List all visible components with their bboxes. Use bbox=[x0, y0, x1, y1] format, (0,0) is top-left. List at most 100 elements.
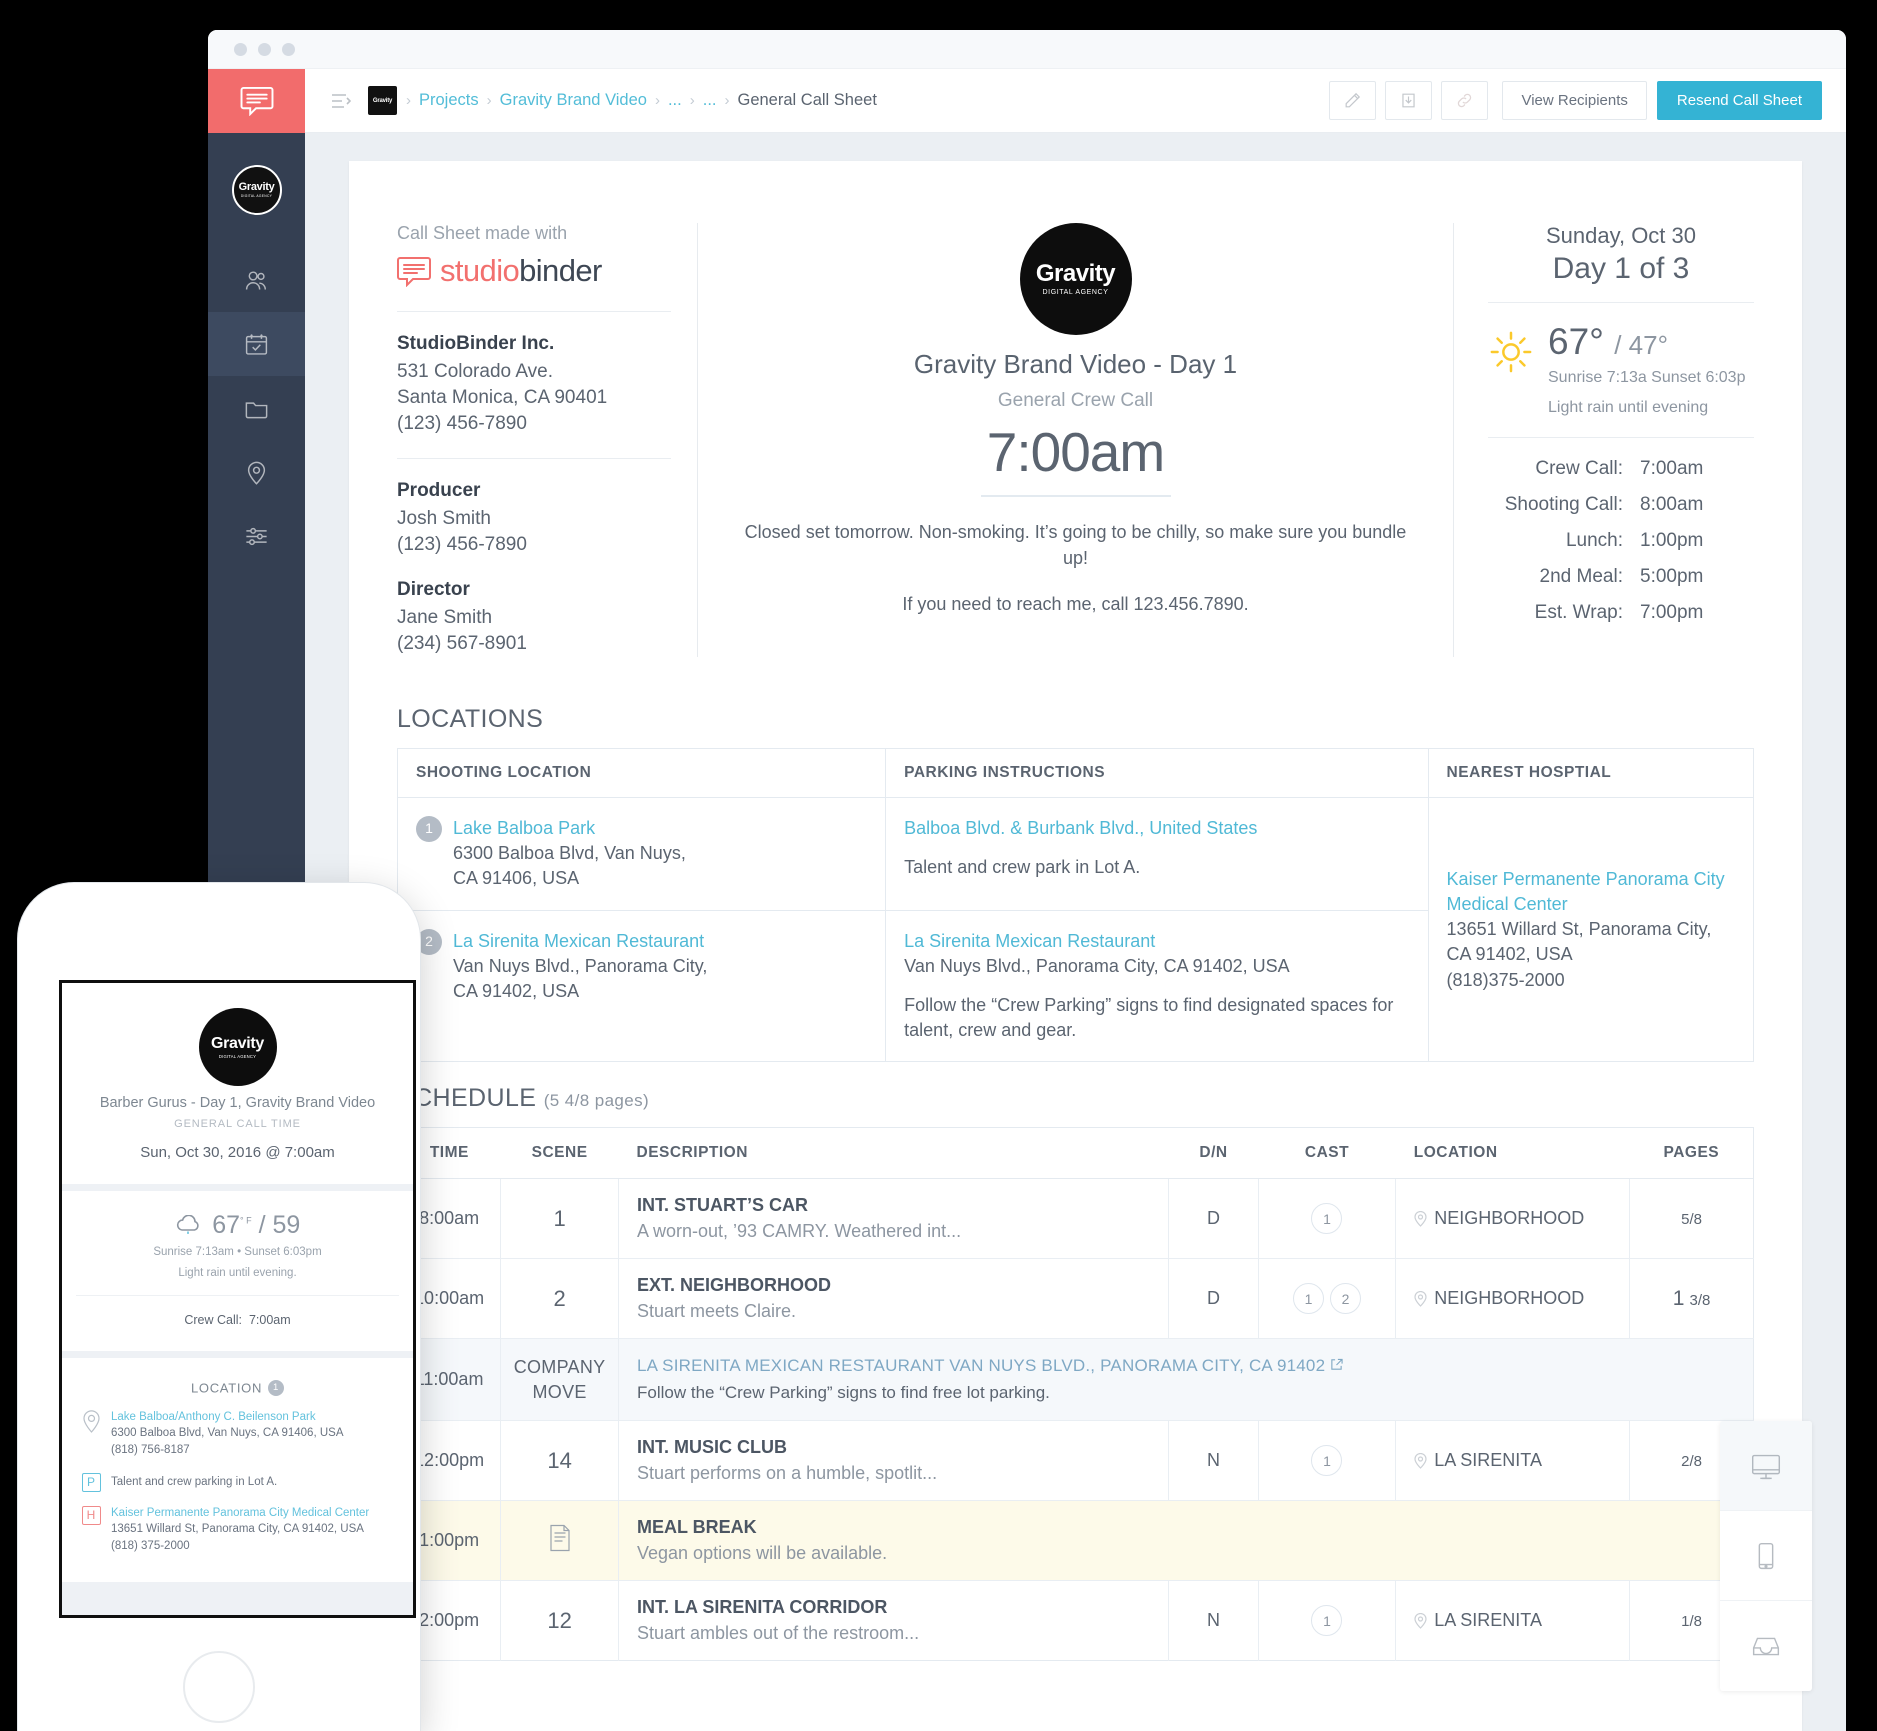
phone-parking-note: Talent and crew parking in Lot A. bbox=[111, 1475, 278, 1488]
topbar-actions: View Recipients Resend Call Sheet bbox=[1320, 81, 1822, 120]
cast-badge: 1 bbox=[1292, 1283, 1324, 1315]
table-row-meal-break[interactable]: 1:00pm MEAL BREAK Vegan options will be … bbox=[397, 1500, 1754, 1581]
schedule-col-pages: PAGES bbox=[1629, 1127, 1754, 1180]
hospital-address-line-2: CA 91402, USA bbox=[1446, 944, 1573, 965]
schedule-description: INT. STUART’S CAR A worn-out, ’93 CAMRY.… bbox=[617, 1178, 1169, 1259]
list-item[interactable]: H Kaiser Permanente Panorama City Medica… bbox=[76, 1505, 399, 1555]
phone-weather: 67° F / 59 Sunrise 7:13am • Sunset 6:03p… bbox=[76, 1205, 399, 1283]
device-inbox-button[interactable] bbox=[1720, 1601, 1812, 1691]
sidebar-nav bbox=[208, 248, 305, 568]
view-recipients-button[interactable]: View Recipients bbox=[1502, 81, 1647, 120]
cast-badge: 1 bbox=[1311, 1605, 1343, 1637]
window-minimize-dot[interactable] bbox=[258, 42, 271, 56]
edit-button[interactable] bbox=[1329, 81, 1377, 120]
company-move-link[interactable]: LA SIRENITA MEXICAN RESTAURANT VAN NUYS … bbox=[637, 1356, 1741, 1376]
sidebar-project-avatar[interactable]: Gravity DIGITAL AGENCY bbox=[231, 165, 282, 215]
parking-link[interactable]: La Sirenita Mexican Restaurant bbox=[904, 929, 1409, 954]
breadcrumb-item-gravity-brand-video[interactable]: Gravity Brand Video bbox=[500, 91, 647, 110]
location-address-line-1: Van Nuys Blvd., Panorama City, bbox=[453, 955, 708, 976]
phone-location-link[interactable]: Lake Balboa/Anthony C. Beilenson Park bbox=[111, 1409, 344, 1426]
parking-address: Van Nuys Blvd., Panorama City, CA 91402,… bbox=[904, 955, 1290, 976]
company-move-note: Follow the “Crew Parking” signs to find … bbox=[637, 1383, 1050, 1403]
schedule-cast: 1 bbox=[1257, 1420, 1396, 1501]
main-column: Gravity › Projects › Gravity Brand Video… bbox=[305, 69, 1846, 1731]
sidebar-item-locations[interactable] bbox=[208, 440, 305, 504]
producer-name: Josh Smith bbox=[397, 508, 491, 530]
company-line-2: Santa Monica, CA 90401 bbox=[397, 387, 608, 409]
resend-call-sheet-button[interactable]: Resend Call Sheet bbox=[1656, 81, 1822, 120]
table-row[interactable]: 12:00pm 14 INT. MUSIC CLUB Stuart perfor… bbox=[397, 1420, 1754, 1501]
weather-temps: 67° / 47° bbox=[1548, 323, 1745, 360]
phone-header-card: Gravity DIGITAL AGENCY Barber Gurus - Da… bbox=[62, 983, 413, 1184]
schedule-scene: 1 bbox=[500, 1178, 619, 1259]
schedule-col-description: DESCRIPTION bbox=[618, 1127, 1169, 1180]
window-maximize-dot[interactable] bbox=[282, 42, 295, 56]
locations-cell-hospital: Kaiser Permanente Panorama City Medical … bbox=[1427, 797, 1754, 1063]
document-scroll-area[interactable]: Call Sheet made with studiobinder Studio… bbox=[305, 133, 1846, 1731]
device-mobile-button[interactable] bbox=[1720, 1511, 1812, 1601]
scene-synopsis: A worn-out, ’93 CAMRY. Weathered int... bbox=[637, 1221, 962, 1242]
locations-table-header-row: SHOOTING LOCATION PARKING INSTRUCTIONS N… bbox=[397, 748, 1754, 799]
schedule-location: LA SIRENITA bbox=[1395, 1420, 1630, 1501]
parking-link[interactable]: Balboa Blvd. & Burbank Blvd., United Sta… bbox=[904, 816, 1409, 841]
device-desktop-button[interactable] bbox=[1720, 1421, 1812, 1511]
phone-hospital-phone: (818) 375-2000 bbox=[111, 1539, 190, 1552]
schedule-table-header-row: TIME SCENE DESCRIPTION D/N CAST LOCATION… bbox=[397, 1127, 1754, 1180]
breadcrumb-item-current: General Call Sheet bbox=[737, 91, 877, 109]
producer-phone: (123) 456-7890 bbox=[397, 534, 527, 556]
sidebar-item-calendar[interactable] bbox=[208, 312, 305, 376]
cast-badge: 1 bbox=[1311, 1445, 1343, 1477]
locations-col-nearest-hospital: NEAREST HOSPTIAL bbox=[1427, 748, 1754, 799]
breadcrumb-item-projects[interactable]: Projects bbox=[419, 91, 479, 110]
phone-project-logo: Gravity DIGITAL AGENCY bbox=[198, 1008, 277, 1086]
sidebar-item-contacts[interactable] bbox=[208, 248, 305, 312]
shoot-date: Sunday, Oct 30 bbox=[1545, 223, 1696, 248]
director-label: Director bbox=[397, 579, 470, 601]
pages-fraction: 2/8 bbox=[1681, 1453, 1702, 1471]
toggle-sidebar-icon[interactable] bbox=[331, 93, 351, 109]
key-time-value: 7:00am bbox=[1640, 458, 1704, 480]
key-time-label: Shooting Call: bbox=[1504, 494, 1623, 516]
divider bbox=[76, 1294, 399, 1296]
phone-screen: Gravity DIGITAL AGENCY Barber Gurus - Da… bbox=[59, 980, 416, 1618]
schedule-cast: 1 bbox=[1257, 1580, 1396, 1661]
schedule-location: LA SIRENITA bbox=[1395, 1580, 1630, 1661]
topbar: Gravity › Projects › Gravity Brand Video… bbox=[305, 69, 1846, 133]
download-button[interactable] bbox=[1385, 81, 1433, 120]
pages-fraction: 5/8 bbox=[1681, 1211, 1702, 1229]
sidebar-logo[interactable] bbox=[208, 69, 305, 133]
studiobinder-bubble-icon bbox=[240, 86, 273, 116]
key-time-value: 8:00am bbox=[1640, 494, 1704, 516]
weather-high: 67° bbox=[1548, 321, 1604, 362]
table-row-company-move[interactable]: 11:00am COMPANY MOVE LA SIRENITA MEXICAN… bbox=[397, 1338, 1754, 1421]
sidebar-item-files[interactable] bbox=[208, 376, 305, 440]
window-close-dot[interactable] bbox=[234, 42, 247, 56]
location-name-link[interactable]: Lake Balboa Park bbox=[453, 818, 595, 838]
meal-note: Vegan options will be available. bbox=[637, 1543, 888, 1564]
sidebar-item-settings[interactable] bbox=[208, 504, 305, 568]
table-row[interactable]: 8:00am 1 INT. STUART’S CAR A worn-out, ’… bbox=[397, 1178, 1754, 1259]
hospital-name-link[interactable]: Kaiser Permanente Panorama City Medical … bbox=[1447, 867, 1735, 917]
call-sheet-title: Gravity Brand Video - Day 1 bbox=[913, 349, 1238, 379]
table-row[interactable]: 10:00am 2 EXT. NEIGHBORHOOD Stuart meets… bbox=[397, 1258, 1754, 1339]
breadcrumb-item-ellipsis-2[interactable]: ... bbox=[703, 91, 717, 110]
phone-sun-line: Sunrise 7:13am • Sunset 6:03pm bbox=[153, 1246, 322, 1258]
key-time-label: Lunch: bbox=[1565, 530, 1623, 552]
phone-location-card: LOCATION 1 Lake Balboa/Anthony C. Beilens… bbox=[62, 1357, 413, 1582]
pages-fraction: 3/8 bbox=[1689, 1291, 1711, 1309]
phone-hospital-link[interactable]: Kaiser Permanente Panorama City Medical … bbox=[111, 1505, 369, 1522]
producer-block: Producer Josh Smith (123) 456-7890 bbox=[397, 459, 671, 558]
copy-link-button[interactable] bbox=[1441, 81, 1489, 120]
phone-home-button[interactable] bbox=[183, 1651, 255, 1723]
location-name-link[interactable]: La Sirenita Mexican Restaurant bbox=[453, 931, 704, 951]
list-item[interactable]: P Talent and crew parking in Lot A. bbox=[76, 1472, 399, 1492]
monitor-icon bbox=[1751, 1454, 1781, 1479]
locations-cell-parking: La Sirenita Mexican Restaurant Van Nuys … bbox=[885, 910, 1429, 1062]
schedule-scene bbox=[500, 1500, 619, 1581]
breadcrumb-item-ellipsis-1[interactable]: ... bbox=[668, 91, 682, 110]
parking-icon: P bbox=[81, 1472, 101, 1492]
scene-synopsis: Stuart meets Claire. bbox=[637, 1301, 797, 1322]
locations-col-parking-instructions: PARKING INSTRUCTIONS bbox=[885, 748, 1429, 799]
table-row[interactable]: 2:00pm 12 INT. LA SIRENITA CORRIDOR Stua… bbox=[397, 1580, 1754, 1661]
list-item[interactable]: Lake Balboa/Anthony C. Beilenson Park 63… bbox=[76, 1409, 399, 1459]
